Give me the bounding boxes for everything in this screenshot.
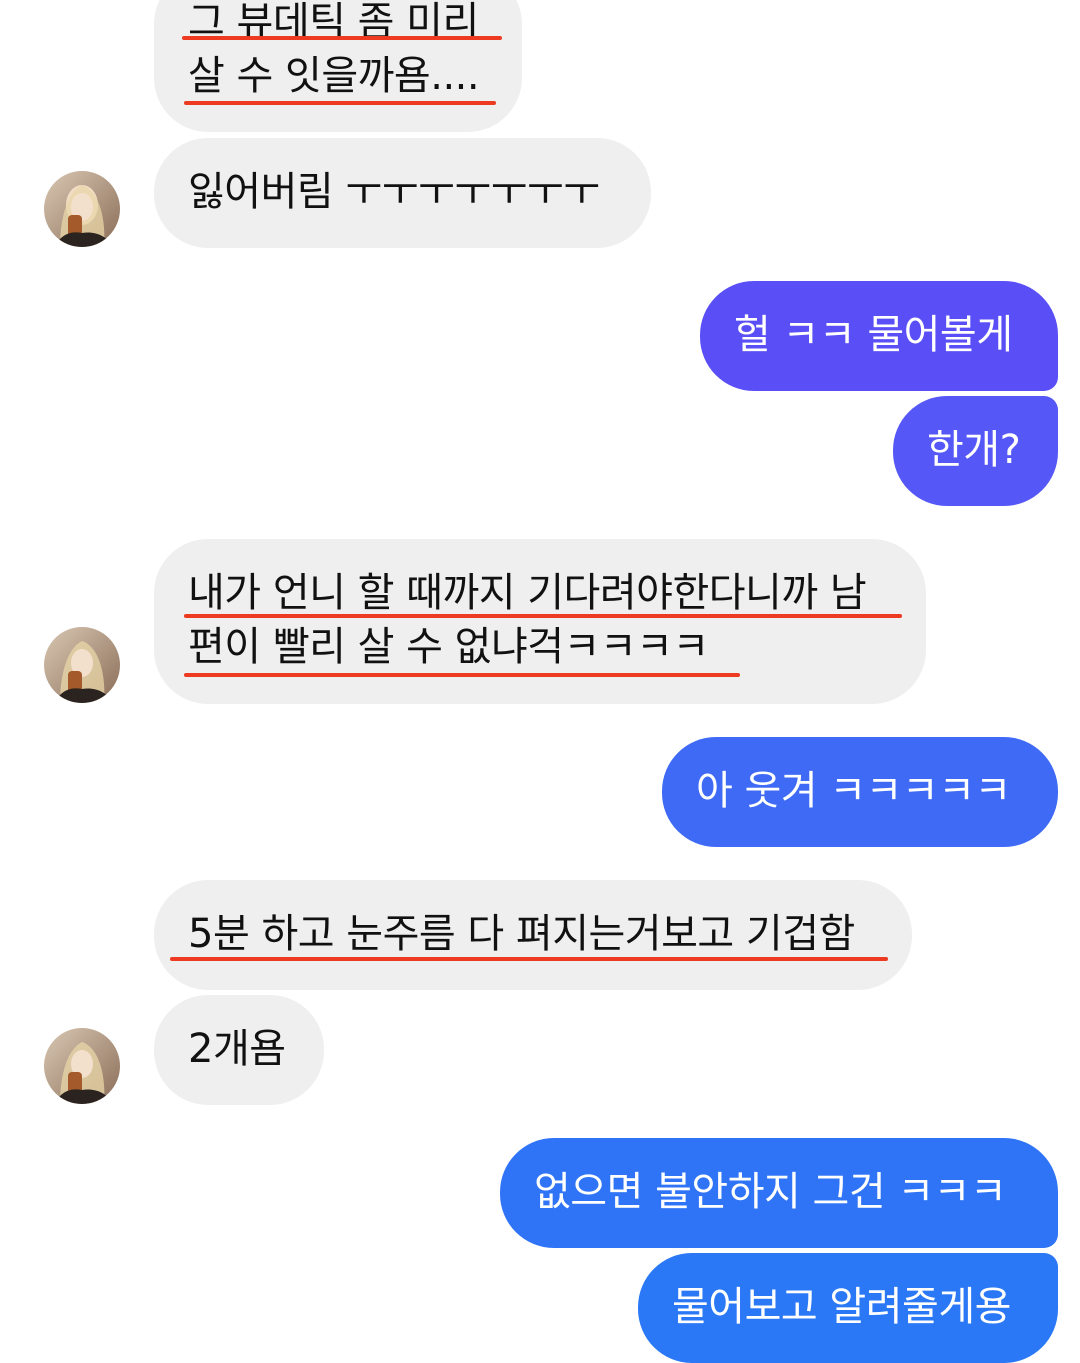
avatar-photo-icon <box>44 171 120 247</box>
highlight-underline <box>184 614 902 618</box>
outgoing-message[interactable]: 아 웃겨 ㅋㅋㅋㅋㅋ <box>662 737 1058 847</box>
avatar-photo-icon <box>44 627 120 703</box>
incoming-message[interactable]: 5분 하고 눈주름 다 펴지는거보고 기겁함 <box>154 880 912 990</box>
incoming-message[interactable]: 내가 언니 할 때까지 기다려야한다니까 남 편이 빨리 살 수 없냐걱ㅋㅋㅋㅋ <box>154 539 926 704</box>
highlight-underline <box>170 957 888 961</box>
outgoing-message[interactable]: 헐 ㅋㅋ 물어볼게 <box>700 281 1058 391</box>
highlight-underline <box>184 101 496 105</box>
message-line: 2개욤 <box>188 1026 286 1072</box>
highlight-underline <box>184 673 740 677</box>
outgoing-message[interactable]: 없으면 불안하지 그건 ㅋㅋㅋ <box>500 1138 1058 1248</box>
incoming-message[interactable]: 2개욤 <box>154 995 324 1105</box>
message-line: 5분 하고 눈주름 다 펴지는거보고 기겁함 <box>188 911 855 957</box>
message-line: 편이 빨리 살 수 없냐걱ㅋㅋㅋㅋ <box>188 624 709 670</box>
message-line: 내가 언니 할 때까지 기다려야한다니까 남 <box>188 570 867 616</box>
message-line: 한개? <box>927 427 1021 473</box>
outgoing-message[interactable]: 물어보고 알려줄게용 <box>638 1253 1058 1363</box>
incoming-message[interactable]: 그 뷰데틱 좀 미리 살 수 잇을까욤.... <box>154 0 522 132</box>
message-line: 헐 ㅋㅋ 물어볼게 <box>734 312 1013 358</box>
highlight-underline <box>182 36 502 40</box>
outgoing-message[interactable]: 한개? <box>893 396 1058 506</box>
avatar-photo-icon <box>44 1028 120 1104</box>
message-line: 아 웃겨 ㅋㅋㅋㅋㅋ <box>696 768 1011 814</box>
message-line: 없으면 불안하지 그건 ㅋㅋㅋ <box>534 1169 1007 1215</box>
incoming-message[interactable]: 잃어버림 ㅜㅜㅜㅜㅜㅜㅜ <box>154 138 651 248</box>
message-line: 물어보고 알려줄게용 <box>672 1284 1011 1330</box>
message-line: 살 수 잇을까욤.... <box>188 53 480 99</box>
contact-avatar[interactable] <box>44 1028 120 1104</box>
contact-avatar[interactable] <box>44 171 120 247</box>
contact-avatar[interactable] <box>44 627 120 703</box>
message-line: 그 뷰데틱 좀 미리 <box>188 0 479 45</box>
message-line: 잃어버림 ㅜㅜㅜㅜㅜㅜㅜ <box>188 169 600 215</box>
